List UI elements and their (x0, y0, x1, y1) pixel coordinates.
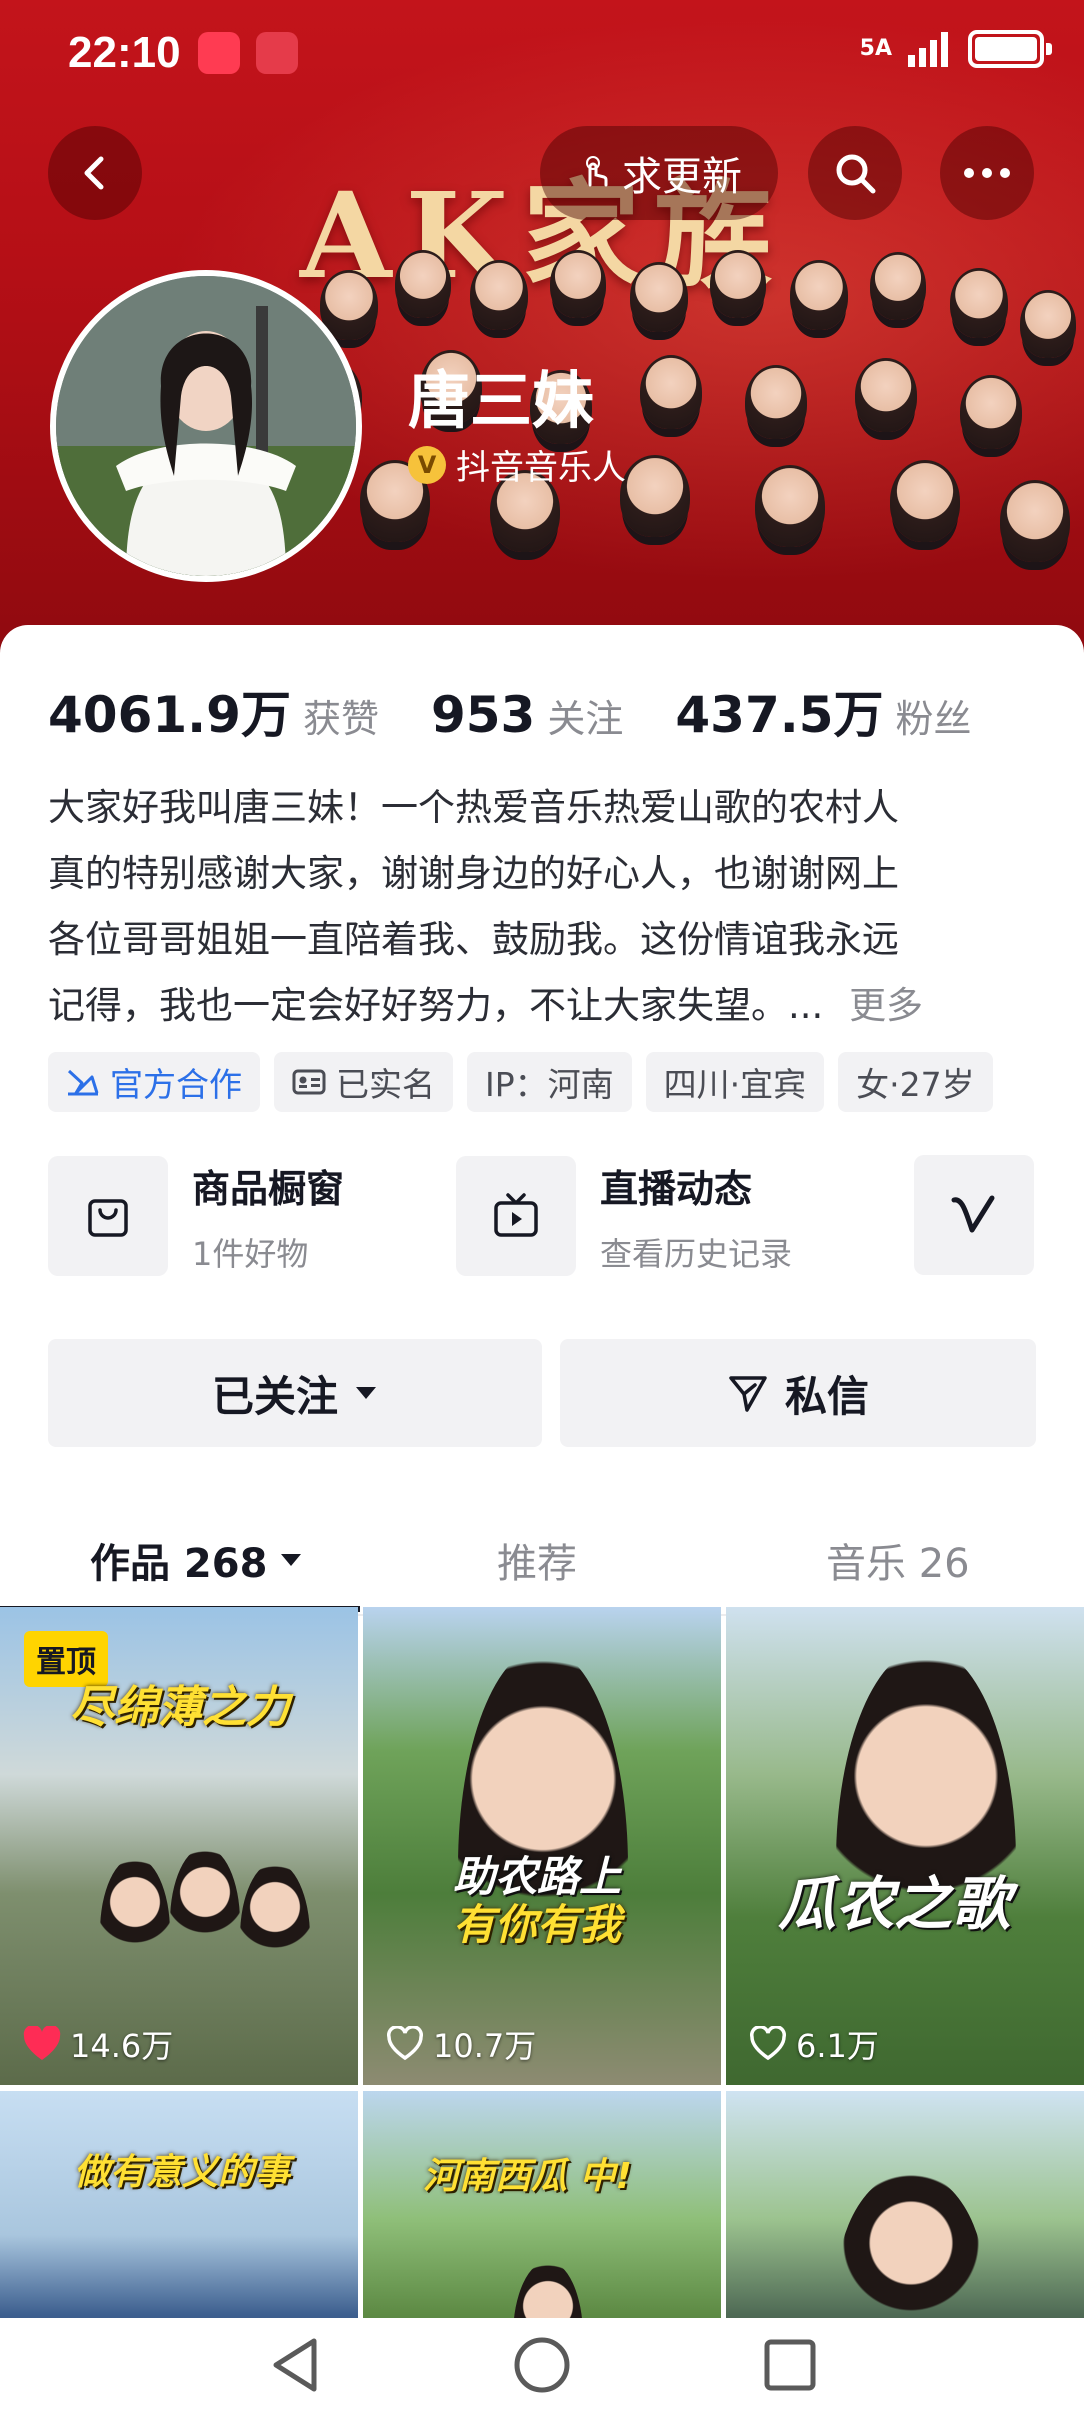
system-navigation-bar (0, 2318, 1084, 2412)
tag-label: 女·27岁 (856, 1065, 975, 1104)
tag-ip-location: IP：河南 (467, 1052, 632, 1112)
tag-label: 已实名 (336, 1065, 435, 1104)
signal-icon (908, 32, 948, 67)
finger-tap-icon (586, 156, 608, 187)
verified-badge-icon: V (408, 445, 446, 484)
avatar-photo (56, 276, 356, 576)
video-caption: 瓜农之歌 (778, 1870, 1011, 1938)
tag-hometown: 四川·宜宾 (645, 1052, 825, 1112)
stat-followers[interactable]: 437.5万 粉丝 (675, 675, 971, 747)
chevron-left-icon (84, 156, 104, 190)
video-caption: 河南西瓜 中! (423, 2156, 632, 2197)
v-logo-icon (951, 1195, 995, 1233)
likes-count: 10.7万 (433, 2027, 537, 2065)
video-likes: 14.6万 (22, 2021, 173, 2067)
video-caption: 尽绵薄之力 (70, 1682, 290, 1733)
stat-value: 437.5万 (675, 686, 884, 744)
video-thumbnail[interactable]: 瓜农之歌 6.1万 (726, 1607, 1084, 2085)
showcase-subtitle: 1件好物 (192, 1234, 309, 1273)
tv-play-icon (456, 1156, 576, 1276)
tag-label: IP：河南 (485, 1065, 614, 1104)
app-gallery-icon (198, 32, 240, 74)
likes-count: 6.1万 (796, 2027, 879, 2065)
video-likes: 10.7万 (385, 2021, 536, 2067)
message-label: 私信 (784, 1371, 869, 1421)
more-dots-icon (964, 168, 1010, 178)
battery-icon (968, 30, 1052, 68)
status-time: 22:10 (68, 28, 181, 77)
profile-stats: 4061.9万 获赞 953 关注 437.5万 粉丝 (48, 675, 972, 747)
verification-row: V 抖音音乐人 (408, 440, 626, 489)
live-history-entry[interactable]: 直播动态 查看历史记录 (456, 1155, 792, 1277)
official-icon (67, 1069, 99, 1096)
profile-banner: AK家族 22:10 5A 求更新 唐三妹 V 抖音音乐人 (0, 0, 1084, 660)
heart-outline-icon (750, 2026, 786, 2061)
caret-down-icon (356, 1387, 376, 1399)
search-icon (836, 154, 876, 194)
back-button[interactable] (48, 126, 142, 220)
video-caption: 做有意义的事 (74, 2152, 291, 2193)
stat-likes: 4061.9万 获赞 (48, 675, 379, 747)
search-button[interactable] (808, 126, 902, 220)
request-update-button[interactable]: 求更新 (540, 126, 778, 220)
live-title: 直播动态 (600, 1166, 753, 1211)
status-indicators: 5A (859, 30, 1052, 68)
live-subtitle: 查看历史记录 (600, 1234, 793, 1273)
tag-label: 四川·宜宾 (663, 1065, 807, 1104)
tab-recommend[interactable]: 推荐 (497, 1510, 577, 1610)
tag-official-partner[interactable]: 官方合作 (48, 1052, 260, 1112)
likes-count: 14.6万 (70, 2027, 174, 2065)
followed-label: 已关注 (211, 1371, 338, 1421)
tag-verified-identity: 已实名 (274, 1052, 453, 1112)
stat-label: 粉丝 (895, 697, 972, 741)
stat-label: 获赞 (302, 697, 379, 741)
bio-line: 真的特别感谢大家，谢谢身边的好心人，也谢谢网上 (48, 852, 899, 895)
nav-back-icon[interactable] (266, 2335, 322, 2395)
tab-music[interactable]: 音乐 26 (826, 1510, 970, 1610)
heart-filled-icon (23, 2026, 61, 2060)
video-thumbnail[interactable]: 置顶 尽绵薄之力 14.6万 (0, 1607, 358, 2085)
bio-line: 大家好我叫唐三妹！一个热爱音乐热爱山歌的农村人 (48, 786, 899, 829)
nav-home-icon[interactable] (512, 2335, 572, 2395)
stat-label: 关注 (547, 697, 624, 741)
vertical-app-button[interactable] (914, 1155, 1034, 1275)
bio-more-link[interactable]: 更多 (849, 984, 923, 1027)
stat-following[interactable]: 953 关注 (431, 686, 623, 744)
video-likes: 6.1万 (748, 2021, 879, 2067)
followed-button[interactable]: 已关注 (48, 1339, 542, 1447)
bio-line: 各位哥哥姐姐一直陪着我、鼓励我。这份情谊我永远 (48, 918, 899, 961)
shopping-bag-icon (48, 1156, 168, 1276)
profile-bio[interactable]: 大家好我叫唐三妹！一个热爱音乐热爱山歌的农村人 真的特别感谢大家，谢谢身边的好心… (48, 775, 1038, 1039)
content-tabs: 作品 268 推荐 音乐 26 (0, 1510, 1084, 1622)
book-icon (256, 32, 298, 74)
verification-label: 抖音音乐人 (456, 448, 626, 488)
tag-label: 官方合作 (110, 1065, 242, 1104)
avatar[interactable] (50, 270, 362, 582)
caret-down-icon (281, 1554, 302, 1566)
tab-works-label: 作品 268 (90, 1541, 268, 1587)
video-thumbnail[interactable]: 助农路上 有你有我 10.7万 (363, 1607, 721, 2085)
id-card-icon (292, 1069, 326, 1095)
send-icon (729, 1376, 767, 1412)
stat-value: 4061.9万 (48, 686, 291, 744)
product-showcase-entry[interactable]: 商品橱窗 1件好物 (48, 1155, 344, 1277)
bio-line: 记得，我也一定会好好努力，不让大家失望。... (48, 984, 824, 1027)
nav-recents-icon[interactable] (762, 2337, 818, 2393)
network-label: 5A (859, 36, 892, 61)
heart-outline-icon (387, 2026, 423, 2061)
stat-value: 953 (430, 686, 536, 744)
message-button[interactable]: 私信 (560, 1339, 1036, 1447)
tab-works[interactable]: 作品 268 (90, 1510, 303, 1610)
showcase-title: 商品橱窗 (192, 1166, 345, 1211)
more-button[interactable] (940, 126, 1034, 220)
bio-line-last: 记得，我也一定会好好努力，不让大家失望。... 更多 (48, 973, 1038, 1039)
profile-tags: 官方合作 已实名 IP：河南 四川·宜宾 女·27岁 (48, 1052, 993, 1112)
request-update-label: 求更新 (622, 154, 742, 200)
status-bar: 22:10 5A (0, 0, 1084, 110)
video-caption: 有你有我 (453, 1900, 622, 1949)
tag-gender-age: 女·27岁 (838, 1052, 993, 1112)
profile-name: 唐三妹 (408, 364, 595, 437)
